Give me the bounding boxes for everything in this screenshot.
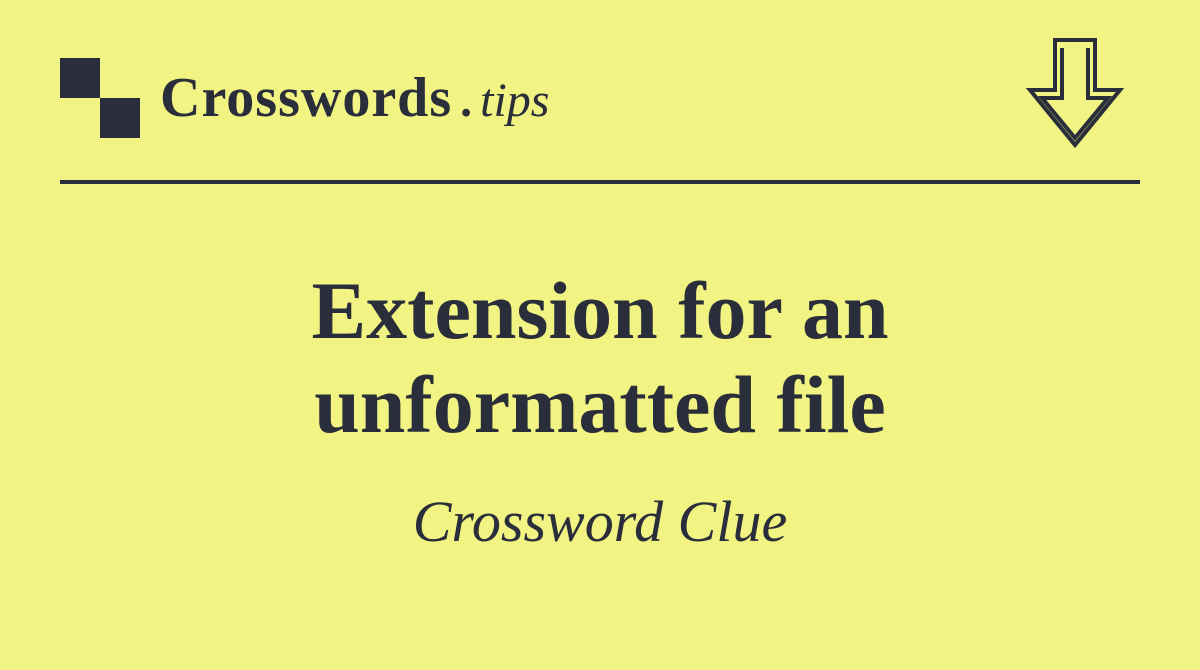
logo-text: Crosswords . tips <box>160 66 549 130</box>
logo-main-text: Crosswords <box>160 66 452 130</box>
header: Crosswords . tips <box>0 0 1200 165</box>
down-arrow-icon <box>1020 30 1130 160</box>
arrow-section <box>1020 30 1140 165</box>
crossword-grid-icon <box>60 58 140 138</box>
logo-section[interactable]: Crosswords . tips <box>60 58 549 138</box>
logo-tips-text: tips <box>480 73 549 128</box>
clue-title: Extension for an unformatted file <box>0 264 1200 453</box>
clue-subtitle: Crossword Clue <box>0 488 1200 555</box>
logo-dot: . <box>460 73 472 128</box>
main-content: Extension for an unformatted file Crossw… <box>0 184 1200 555</box>
